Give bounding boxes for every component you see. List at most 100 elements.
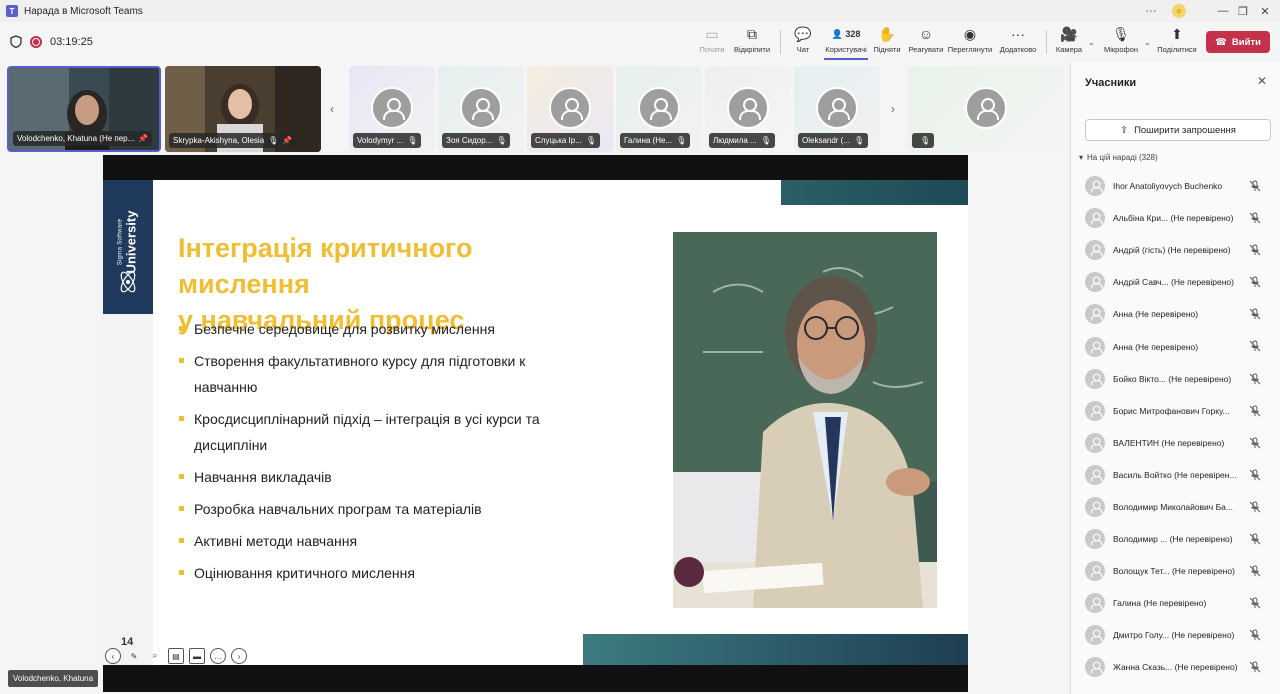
pin-icon: 📌 xyxy=(138,134,149,143)
pen-icon[interactable]: ✎ xyxy=(126,648,142,664)
mic-off-icon: 🎙 xyxy=(676,136,687,145)
participant-row[interactable]: Волощук Тет... (Не перевірено) xyxy=(1071,555,1280,587)
person-icon xyxy=(371,87,413,129)
mic-button[interactable]: 🎙 Мікрофон xyxy=(1102,26,1140,60)
participant-row[interactable]: Дмитро Голу... (Не перевірено) xyxy=(1071,619,1280,651)
title-bar: T Нарада в Microsoft Teams ··· ☺ — ❐ ✕ xyxy=(0,0,1280,22)
shield-icon xyxy=(10,35,22,48)
presenter-label: Volodchenko, Khatuna xyxy=(8,670,99,687)
previous-slide-icon[interactable]: ‹ xyxy=(105,648,121,664)
person-icon xyxy=(1085,464,1105,485)
person-icon xyxy=(965,87,1007,129)
share-icon: ⬆ xyxy=(1171,26,1183,42)
person-icon xyxy=(1085,176,1105,197)
brand-logo: Sigma Software University xyxy=(103,180,153,314)
camera-options-chevron-icon[interactable]: ⌄ xyxy=(1088,38,1095,47)
participant-row[interactable]: Андрій (гість) (Не перевірено) xyxy=(1071,234,1280,266)
people-button[interactable]: 👤 328 Користувачі xyxy=(824,26,868,60)
presentation-slide: Sigma Software University Інтеграція кри… xyxy=(103,180,968,665)
person-icon xyxy=(1085,561,1105,582)
bullet-item: Активні методи навчання xyxy=(177,528,577,554)
share-invite-button[interactable]: ⇪ Поширити запрошення xyxy=(1085,119,1271,141)
person-icon xyxy=(460,87,502,129)
more-options-icon[interactable]: ··· xyxy=(1134,0,1168,22)
react-button[interactable]: ☺ Реагувати xyxy=(908,26,944,60)
video-tile[interactable]: Volodchenko, Khatuna (Не пер... 📌 xyxy=(7,66,161,152)
participant-row[interactable]: Ihor Anatoliyovych Buchenko xyxy=(1071,170,1280,202)
participant-row[interactable]: Василь Войтко (Не перевірен... xyxy=(1071,459,1280,491)
more-button[interactable]: ··· Додатково xyxy=(998,26,1038,60)
participant-row[interactable]: Анна (Не перевірено) xyxy=(1071,330,1280,362)
share-button[interactable]: ⬆ Поділитися xyxy=(1156,26,1198,60)
camera-off-icon: 🎥 xyxy=(1060,26,1078,42)
avatar-tile[interactable]: Людмила ... 🎙 xyxy=(705,66,791,152)
close-window-button[interactable]: ✕ xyxy=(1248,0,1280,22)
person-icon xyxy=(1085,496,1105,517)
close-panel-icon[interactable]: ✕ xyxy=(1257,74,1267,88)
start-recording-button[interactable]: ▭ Почати xyxy=(696,26,728,60)
next-slide-icon[interactable]: › xyxy=(231,648,247,664)
avatar-tile[interactable]: Зоя Сидор... 🎙 xyxy=(438,66,524,152)
participant-row[interactable]: Галина (Не перевірено) xyxy=(1071,587,1280,619)
person-icon xyxy=(1085,625,1105,646)
meeting-toolbar: 03:19:25 ▭ Почати ⧉ Відкріпити 💬 Чат 👤 3… xyxy=(0,22,1280,62)
participant-row[interactable]: Анна (Не перевірено) xyxy=(1071,298,1280,330)
mic-off-icon xyxy=(1249,212,1261,224)
strip-next-chevron-icon[interactable]: › xyxy=(891,102,895,116)
participant-row[interactable]: Володимир ... (Не перевірено) xyxy=(1071,523,1280,555)
avatar-tile[interactable]: Volodymyr ... 🎙 xyxy=(349,66,435,152)
video-tile[interactable]: Skrypka-Akishyna, Olesia 🎙 📌 xyxy=(165,66,321,152)
chat-icon: 💬 xyxy=(794,26,812,42)
avatar-tile[interactable]: Oleksandr (... 🎙 xyxy=(794,66,880,152)
participant-row[interactable]: Борис Митрофанович Горку... xyxy=(1071,395,1280,427)
avatar-tile[interactable]: Галина (Не... 🎙 xyxy=(616,66,702,152)
record-icon xyxy=(30,35,42,48)
avatar-tile[interactable]: 🎙 xyxy=(908,66,1064,152)
person-icon xyxy=(638,87,680,129)
participant-row[interactable]: Андрій Савч... (Не перевірено) xyxy=(1071,266,1280,298)
mic-off-icon xyxy=(1249,565,1261,577)
avatar-tile[interactable]: Слуцька Ір... 🎙 xyxy=(527,66,613,152)
phone-icon: ☎ xyxy=(1215,36,1227,48)
bullet-item: Створення факультативного курсу для підг… xyxy=(177,348,577,400)
person-icon xyxy=(1085,400,1105,421)
participant-row[interactable]: Жанна Сказь... (Не перевірено) xyxy=(1071,651,1280,683)
account-avatar[interactable]: ☺ xyxy=(1172,4,1186,18)
participant-name-badge: Зоя Сидор... 🎙 xyxy=(442,133,511,148)
decor-band xyxy=(781,180,968,205)
participant-row[interactable]: Альбіна Кри... (Не перевірено) xyxy=(1071,202,1280,234)
mic-off-icon: 🎙 xyxy=(268,136,279,145)
participant-row[interactable]: ВАЛЕНТИН (Не перевірено) xyxy=(1071,427,1280,459)
view-button[interactable]: ◉ Переглянути xyxy=(948,26,992,60)
share-link-icon: ⇪ xyxy=(1120,124,1129,136)
popout-button[interactable]: ⧉ Відкріпити xyxy=(732,26,772,60)
strip-prev-chevron-icon[interactable]: ‹ xyxy=(330,102,334,116)
screen-icon[interactable]: ▬ xyxy=(189,648,205,664)
participant-row[interactable]: Бойко Вікто... (Не перевірено) xyxy=(1071,363,1280,395)
mic-options-chevron-icon[interactable]: ⌄ xyxy=(1144,38,1151,47)
view-icon: ◉ xyxy=(963,26,977,42)
leave-button[interactable]: ☎ Вийти xyxy=(1206,31,1270,53)
raise-hand-button[interactable]: ✋ Підняти xyxy=(872,26,902,60)
zoom-icon[interactable]: ⌕ xyxy=(147,648,163,664)
person-icon xyxy=(1085,529,1105,550)
camera-button[interactable]: 🎥 Камера xyxy=(1054,26,1084,60)
mic-off-icon: 🎙 xyxy=(854,136,865,145)
person-icon xyxy=(1085,593,1105,614)
screen-icon: ▭ xyxy=(705,26,719,42)
bullet-item: Розробка навчальних програм та матеріалі… xyxy=(177,496,577,522)
mic-off-icon xyxy=(1249,308,1261,320)
smile-icon: ☺ xyxy=(918,26,934,42)
participant-list: Ihor Anatoliyovych Buchenko Альбіна Кри.… xyxy=(1071,170,1280,684)
more-icon[interactable]: … xyxy=(210,648,226,664)
chat-button[interactable]: 💬 Чат xyxy=(790,26,816,60)
participant-name-badge: Галина (Не... 🎙 xyxy=(620,133,691,148)
presentation-controls: ‹ ✎ ⌕ ▤ ▬ … › xyxy=(105,647,247,665)
participant-row[interactable]: Володимир Миколайович Ба... xyxy=(1071,491,1280,523)
participant-name-badge: Слуцька Ір... 🎙 xyxy=(531,133,601,148)
section-header[interactable]: ▾ На цій нараді (328) xyxy=(1079,153,1158,162)
person-icon xyxy=(1085,272,1105,293)
mic-off-icon xyxy=(1249,469,1261,481)
person-icon xyxy=(1085,657,1105,678)
captions-icon[interactable]: ▤ xyxy=(168,648,184,664)
